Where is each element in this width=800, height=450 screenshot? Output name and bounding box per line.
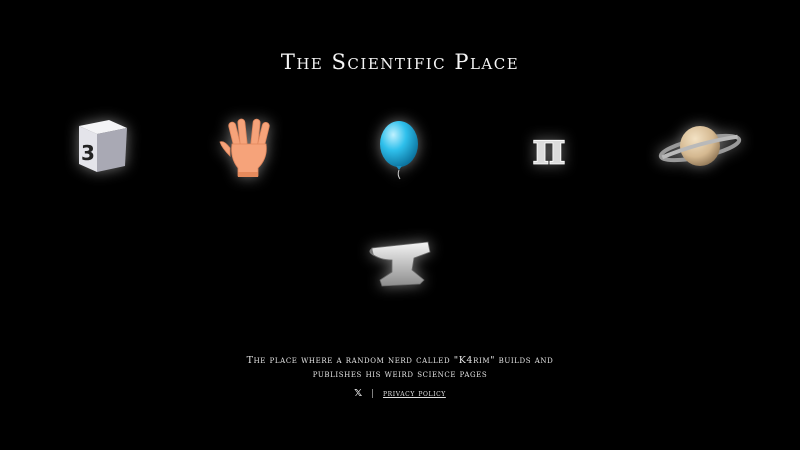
vulcan-salute-hand-link[interactable] <box>208 112 292 184</box>
anvil-icon <box>369 241 431 287</box>
description-line-1: The place where a random nerd called "K4… <box>246 355 554 366</box>
number-three-cube-link[interactable]: 3 <box>57 112 141 184</box>
ringed-planet-icon <box>658 126 742 166</box>
balloon-icon <box>380 121 418 180</box>
anvil-link[interactable] <box>358 226 442 298</box>
cube-number: 3 <box>81 141 95 165</box>
pi-icon: π <box>532 121 566 176</box>
page-title: The Scientific Place <box>280 50 520 75</box>
x-social-link[interactable]: 𝕏 <box>354 388 362 399</box>
footer-links: 𝕏 | privacy policy <box>0 388 800 399</box>
privacy-policy-link[interactable]: privacy policy <box>383 389 446 399</box>
description-line-2: publishes his weird science pages <box>312 369 488 380</box>
balloon-link[interactable] <box>357 112 441 184</box>
number-three-cube-icon: 3 <box>79 120 127 172</box>
vulcan-salute-hand-icon <box>219 118 270 177</box>
pi-glyph: π <box>532 121 566 175</box>
pi-link[interactable]: π <box>507 112 591 184</box>
ringed-planet-link[interactable] <box>658 112 742 184</box>
site-description: The place where a random nerd called "K4… <box>0 354 800 382</box>
footer-separator: | <box>371 389 375 399</box>
